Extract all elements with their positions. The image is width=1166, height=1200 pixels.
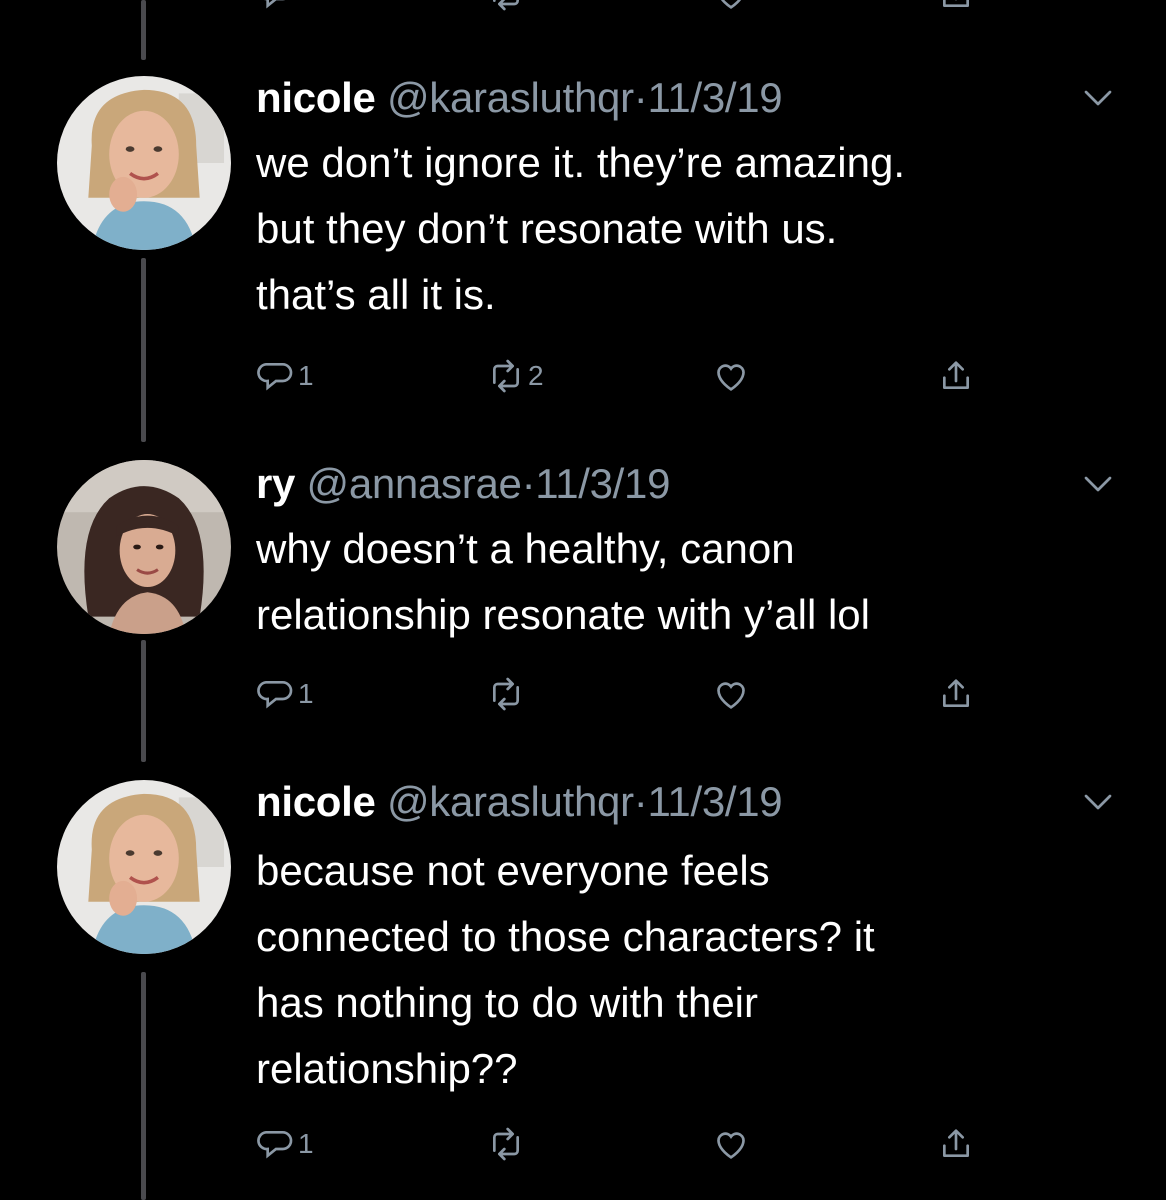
like-icon <box>717 1132 745 1159</box>
avatar-photo <box>57 460 231 634</box>
retweet-icon <box>493 677 519 711</box>
reply-button[interactable]: 1 <box>256 1122 314 1166</box>
thread-line <box>141 258 146 442</box>
thread-line <box>141 972 146 1200</box>
tweet-action-bar: 1 2 <box>256 354 996 398</box>
chevron-down-icon <box>1084 794 1112 810</box>
like-icon <box>717 682 745 709</box>
tweet-header: ry @annasrae·11/3/19 <box>256 458 670 510</box>
tweet-action-bar: 1 <box>256 1122 996 1166</box>
retweet-button[interactable] <box>486 1122 528 1166</box>
share-button[interactable] <box>936 1122 976 1166</box>
tweet-text-line: relationship?? <box>256 1045 518 1092</box>
tweet-text-line: because not everyone feels <box>256 847 770 894</box>
like-icon <box>720 0 742 9</box>
retweet-button[interactable]: 2 <box>486 354 544 398</box>
share-icon <box>943 679 969 707</box>
user-handle[interactable]: @karasluthqr <box>387 74 634 121</box>
avatar[interactable] <box>57 460 231 634</box>
tweet-text: why doesn’t a healthy, canon relationshi… <box>256 516 870 648</box>
reply-icon <box>264 0 286 9</box>
tweet-text-line: relationship resonate with y’all lol <box>256 591 870 638</box>
avatar-photo <box>57 76 231 250</box>
tweet-text-line: but they don’t resonate with us. <box>256 205 838 252</box>
share-button[interactable] <box>936 354 976 398</box>
separator-dot: · <box>521 460 536 507</box>
tweet-date[interactable]: 11/3/19 <box>647 74 782 121</box>
tweet-text-line: that’s all it is. <box>256 271 496 318</box>
tweet-date[interactable]: 11/3/19 <box>647 778 782 825</box>
retweet-button[interactable] <box>486 0 526 16</box>
like-button[interactable] <box>711 354 751 398</box>
retweet-icon <box>493 0 519 11</box>
share-icon <box>943 0 969 7</box>
tweet-text: we don’t ignore it. they’re amazing. but… <box>256 130 905 328</box>
chevron-down-icon <box>1084 476 1112 492</box>
like-button[interactable] <box>711 1122 751 1166</box>
reply-count: 1 <box>298 1128 314 1159</box>
tweet-options-button[interactable] <box>1080 466 1116 502</box>
reply-icon <box>257 363 293 391</box>
reply-icon <box>257 681 293 709</box>
reply-count: 1 <box>298 360 314 391</box>
tweet-header: nicole @karasluthqr·11/3/19 <box>256 72 783 124</box>
retweet-icon <box>493 359 519 393</box>
retweet-count: 2 <box>528 360 544 391</box>
separator-dot: · <box>633 778 648 825</box>
reply-button[interactable]: 1 <box>256 354 314 398</box>
reply-icon <box>257 1131 293 1159</box>
retweet-icon <box>493 1127 519 1161</box>
reply-count: 1 <box>298 678 314 709</box>
tweet-text-line: why doesn’t a healthy, canon <box>256 525 795 572</box>
retweet-button[interactable] <box>486 672 528 716</box>
avatar-photo <box>57 780 231 954</box>
avatar[interactable] <box>57 780 231 954</box>
like-icon <box>717 364 745 391</box>
tweet-header: nicole @karasluthqr·11/3/19 <box>256 776 783 828</box>
like-button[interactable] <box>711 0 751 16</box>
tweet-text-line: connected to those characters? it <box>256 913 875 960</box>
reply-button[interactable] <box>256 0 296 16</box>
like-button[interactable] <box>711 672 751 716</box>
chevron-down-icon <box>1084 90 1112 106</box>
avatar[interactable] <box>57 76 231 250</box>
display-name[interactable]: ry <box>256 460 295 507</box>
tweet-text-line: has nothing to do with their <box>256 979 758 1026</box>
tweet-action-bar: 1 <box>256 672 996 716</box>
reply-button[interactable]: 1 <box>256 672 314 716</box>
user-handle[interactable]: @annasrae <box>306 460 521 507</box>
separator-dot: · <box>633 74 648 121</box>
previous-tweet-action-bar <box>256 0 996 16</box>
share-icon <box>943 1129 969 1157</box>
tweet-options-button[interactable] <box>1080 80 1116 116</box>
share-button[interactable] <box>936 0 976 16</box>
share-button[interactable] <box>936 672 976 716</box>
tweet-date[interactable]: 11/3/19 <box>535 460 670 507</box>
thread-line <box>141 0 146 60</box>
user-handle[interactable]: @karasluthqr <box>387 778 634 825</box>
tweet-options-button[interactable] <box>1080 784 1116 820</box>
tweet-text: because not everyone feels connected to … <box>256 838 875 1102</box>
share-icon <box>943 361 969 389</box>
thread-line <box>141 640 146 762</box>
tweet-text-line: we don’t ignore it. they’re amazing. <box>256 139 906 186</box>
display-name[interactable]: nicole <box>256 778 376 825</box>
display-name[interactable]: nicole <box>256 74 376 121</box>
